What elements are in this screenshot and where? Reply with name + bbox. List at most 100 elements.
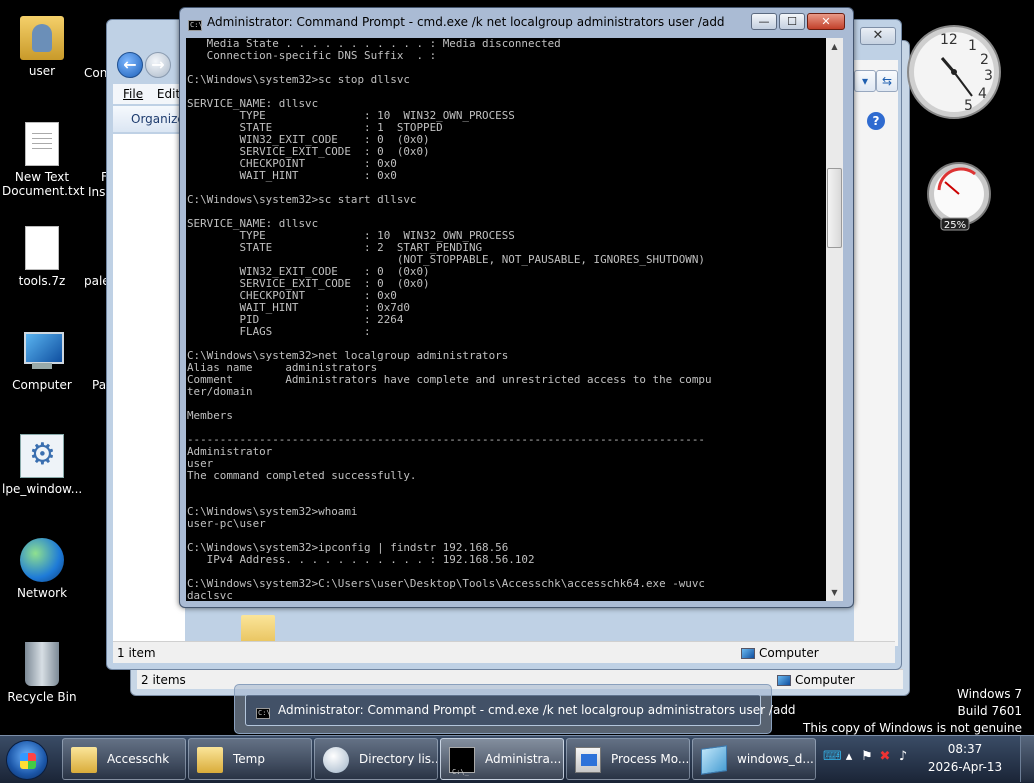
partial-desktop-label: Ins	[88, 185, 106, 199]
maximize-icon: ☐	[787, 15, 797, 28]
clock-numeral: 3	[984, 68, 993, 84]
blank-file-icon	[25, 226, 59, 270]
vertical-scrollbar[interactable]: ▲ ▼	[826, 38, 843, 601]
recycle-bin-icon	[25, 642, 59, 686]
partial-desktop-label: Pa	[92, 378, 107, 392]
status-item-count: 1 item	[117, 646, 156, 660]
command-prompt-icon: C:\	[188, 20, 203, 31]
status-item-count: 2 items	[141, 673, 186, 687]
windows-watermark: Windows 7 Build 7601 This copy of Window…	[803, 686, 1022, 737]
minimize-icon: —	[758, 15, 770, 28]
taskbar-button-accesschk[interactable]: Accesschk	[62, 738, 186, 780]
console-output[interactable]: Media State . . . . . . . . . . . : Medi…	[186, 38, 826, 601]
command-prompt-icon	[449, 747, 475, 779]
start-button[interactable]	[6, 740, 48, 780]
preview-title[interactable]: C:\ Administrator: Command Prompt - cmd.e…	[245, 694, 796, 726]
network-status-icon[interactable]: ✖	[877, 748, 893, 766]
command-prompt-window[interactable]: C:\ Administrator: Command Prompt - cmd.e…	[179, 7, 854, 608]
console-line: Comment Administrators have complete and…	[187, 373, 712, 386]
menu-file[interactable]: File	[123, 87, 143, 101]
watermark-version: Windows 7	[956, 687, 1022, 701]
taskbar-button-directory-listing[interactable]: Directory lis...	[314, 738, 438, 780]
status-location: Computer	[741, 642, 819, 664]
desktop-icon-label: New Text Document.txt	[2, 170, 85, 198]
action-center-icon[interactable]: ⚑	[859, 748, 875, 766]
close-button[interactable]: ✕	[807, 13, 845, 30]
console-line: C:\Windows\system32>sc start dllsvc	[187, 193, 417, 206]
scroll-down-icon[interactable]: ▼	[826, 584, 843, 601]
volume-icon[interactable]: ♪	[895, 748, 911, 766]
console-line: daclsvc_	[187, 589, 240, 602]
forward-button[interactable]: →	[145, 52, 171, 78]
console-line: user-pc\user	[187, 517, 266, 530]
computer-icon	[20, 330, 64, 374]
refresh-button[interactable]: ⇆	[876, 70, 898, 92]
navigation-buttons: ← →	[115, 50, 185, 80]
scroll-thumb[interactable]	[827, 168, 842, 248]
console-line: Administrator	[187, 445, 273, 458]
clock-time: 08:37	[947, 742, 983, 756]
chevron-down-icon: ▾	[861, 74, 869, 88]
show-desktop-button[interactable]	[1020, 736, 1034, 782]
menu-edit[interactable]: Edit	[157, 87, 180, 101]
console-line: IPv4 Address. . . . . . . . . . . : 192.…	[187, 553, 535, 566]
desktop-icon-lpe-window[interactable]: lpe_window...	[2, 426, 82, 512]
console-line: Members	[187, 409, 233, 422]
taskbar-button-temp[interactable]: Temp	[188, 738, 312, 780]
taskbar-button-process-monitor[interactable]: Process Mo...	[566, 738, 690, 780]
system-tray: ⌨ ▴ ⚑ ✖ ♪ 08:37 2026-Apr-13	[817, 738, 1027, 780]
console-line: C:\Windows\system32>whoami	[187, 505, 358, 518]
command-prompt-icon: C:\	[256, 708, 271, 719]
desktop-icon-label: tools.7z	[18, 274, 66, 288]
maximize-button[interactable]: ☐	[779, 13, 805, 30]
folder-icon	[71, 747, 97, 773]
clock-numeral: 5	[964, 98, 973, 114]
explorer-right-edge: ▾ ⇆	[854, 60, 898, 646]
document-icon	[701, 745, 727, 775]
desktop-icon-tools-7z[interactable]: tools.7z	[2, 218, 82, 304]
console-line: WAIT_HINT : 0x0	[187, 169, 397, 182]
taskbar-thumbnail-preview[interactable]: C:\ Administrator: Command Prompt - cmd.e…	[234, 684, 796, 734]
clock-gadget[interactable]: 12 1 2 3 4 5	[906, 14, 1002, 126]
back-button[interactable]: ←	[117, 52, 143, 78]
minimize-button[interactable]: —	[751, 13, 777, 30]
settings-file-icon	[20, 434, 64, 478]
language-icon[interactable]: ⌨	[823, 748, 842, 766]
text-document-icon	[25, 122, 59, 166]
desktop-icon-new-text-document[interactable]: New Text Document.txt	[2, 114, 85, 200]
desktop-icon-network[interactable]: Network	[2, 530, 82, 616]
computer-icon	[777, 675, 791, 686]
explorer-close-button[interactable]: ✕	[860, 27, 896, 45]
desktop-icon-label: Computer	[12, 378, 72, 392]
clock-numeral: 12	[940, 32, 958, 48]
navigation-pane[interactable]	[113, 134, 185, 644]
window-title: C:\ Administrator: Command Prompt - cmd.e…	[188, 15, 725, 31]
organize-button[interactable]: Organize	[131, 112, 185, 126]
console-line: Connection-specific DNS Suffix . :	[187, 49, 437, 62]
cpu-percent: 25%	[944, 220, 966, 231]
dropdown-button[interactable]: ▾	[854, 70, 876, 92]
desktop-icon-label: lpe_window...	[2, 482, 83, 496]
status-bar: 1 item Computer	[113, 641, 895, 663]
help-icon: ?	[872, 114, 880, 128]
scroll-up-icon[interactable]: ▲	[826, 38, 843, 55]
browser-icon	[323, 747, 349, 773]
taskbar-button-windows-doc[interactable]: windows_d...	[692, 738, 816, 780]
help-button[interactable]: ?	[867, 112, 885, 130]
clock-date: 2026-Apr-13	[927, 760, 1003, 774]
close-icon: ✕	[872, 28, 884, 43]
show-hidden-icons-icon[interactable]: ▴	[841, 748, 857, 766]
taskbar-button-command-prompt[interactable]: Administra...	[440, 738, 564, 780]
computer-icon	[741, 648, 755, 659]
desktop-icon-computer[interactable]: Computer	[2, 322, 82, 408]
console-text: Media State . . . . . . . . . . . : Medi…	[186, 38, 826, 601]
clock-numeral: 4	[978, 86, 987, 102]
arrow-right-icon: →	[151, 55, 165, 74]
cpu-meter-gadget[interactable]: 25%	[925, 160, 991, 236]
console-line: The command completed successfully.	[187, 469, 417, 482]
system-clock[interactable]: 08:37 2026-Apr-13	[925, 740, 1005, 776]
desktop-icon-recycle-bin[interactable]: Recycle Bin	[2, 634, 82, 720]
console-line: ter/domain	[187, 385, 253, 398]
desktop-icon-user[interactable]: user	[2, 8, 82, 94]
